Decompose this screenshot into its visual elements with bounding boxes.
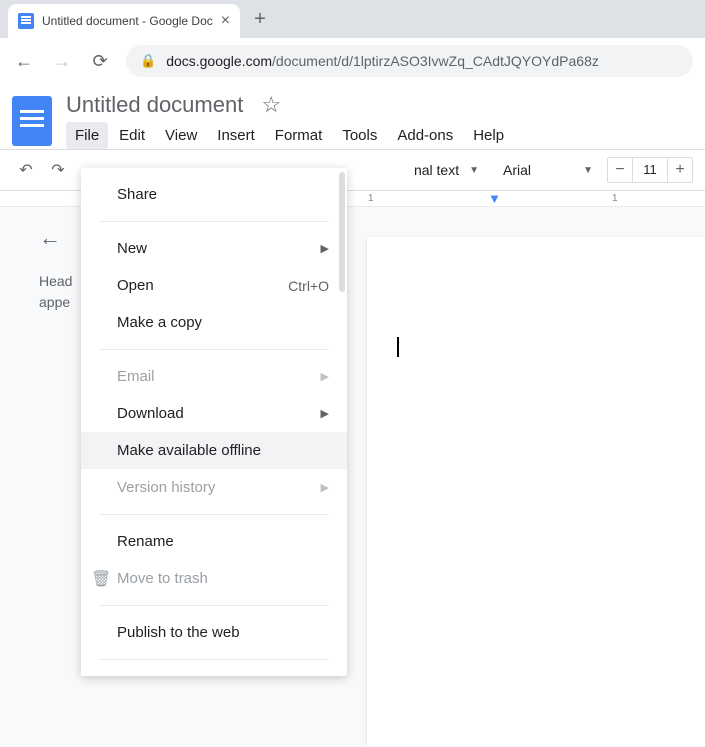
menu-item-label: Move to trash — [117, 570, 208, 587]
font-size-stepper: − 11 + — [607, 157, 693, 183]
ruler-mark: 1 — [368, 193, 374, 204]
menu-item-label: Share — [117, 186, 157, 203]
menu-item-open[interactable]: Open Ctrl+O — [81, 267, 347, 304]
menu-divider — [99, 514, 329, 515]
menu-divider — [99, 221, 329, 222]
document-page[interactable] — [367, 237, 705, 747]
menu-item-label: New — [117, 240, 147, 257]
menu-item-make-available-offline[interactable]: Make available offline — [81, 432, 347, 469]
menu-add-ons[interactable]: Add-ons — [388, 122, 462, 149]
decrease-font-button[interactable]: − — [608, 158, 632, 182]
menu-view[interactable]: View — [156, 122, 206, 149]
menu-item-label: Version history — [117, 479, 215, 496]
address-bar[interactable]: 🔒 docs.google.com/document/d/1lptirzASO3… — [126, 45, 693, 77]
font-family-label: Arial — [503, 162, 531, 178]
close-tab-icon[interactable]: × — [221, 12, 230, 30]
menu-item-label: Email — [117, 368, 155, 385]
menu-divider — [99, 349, 329, 350]
undo-button[interactable]: ↶ — [12, 156, 40, 184]
menu-item-label: Rename — [117, 533, 174, 550]
menu-item-make-a-copy[interactable]: Make a copy — [81, 304, 347, 341]
browser-toolbar: ← → ⟳ 🔒 docs.google.com/document/d/1lpti… — [0, 38, 705, 84]
menu-item-new[interactable]: New ▶ — [81, 230, 347, 267]
submenu-arrow-icon: ▶ — [321, 242, 329, 255]
tab-title: Untitled document - Google Doc — [42, 14, 213, 28]
menu-edit[interactable]: Edit — [110, 122, 154, 149]
menu-shortcut: Ctrl+O — [288, 278, 329, 294]
star-icon[interactable]: ☆ — [261, 92, 281, 118]
text-cursor — [397, 337, 399, 357]
menu-item-label: Make a copy — [117, 314, 202, 331]
submenu-arrow-icon: ▶ — [321, 370, 329, 383]
submenu-arrow-icon: ▶ — [321, 407, 329, 420]
menu-help[interactable]: Help — [464, 122, 513, 149]
menu-item-rename[interactable]: Rename — [81, 523, 347, 560]
menu-insert[interactable]: Insert — [208, 122, 264, 149]
new-tab-button[interactable]: + — [254, 8, 266, 31]
docs-logo-icon[interactable] — [12, 96, 52, 146]
menu-item-version-history: Version history ▶ — [81, 469, 347, 506]
font-size-value[interactable]: 11 — [632, 158, 668, 182]
paragraph-style-label: nal text — [414, 162, 459, 178]
font-family-dropdown[interactable]: Arial ▼ — [493, 156, 603, 184]
menu-item-label: Open — [117, 277, 154, 294]
menu-format[interactable]: Format — [266, 122, 332, 149]
menu-divider — [99, 659, 329, 660]
url-text: docs.google.com/document/d/1lptirzASO3Iv… — [166, 53, 599, 69]
menu-divider — [99, 605, 329, 606]
menu-item-download[interactable]: Download ▶ — [81, 395, 347, 432]
menu-item-label: Make available offline — [117, 442, 261, 459]
menu-item-share[interactable]: Share — [81, 176, 347, 213]
lock-icon: 🔒 — [140, 53, 156, 69]
menubar: FileEditViewInsertFormatToolsAdd-onsHelp — [66, 122, 513, 149]
increase-font-button[interactable]: + — [668, 158, 692, 182]
menu-tools[interactable]: Tools — [333, 122, 386, 149]
reload-button[interactable]: ⟳ — [88, 51, 112, 72]
outline-back-button[interactable]: ← — [39, 225, 61, 251]
ruler-mark: 1 — [612, 193, 618, 204]
menu-file[interactable]: File — [66, 122, 108, 149]
submenu-arrow-icon: ▶ — [321, 481, 329, 494]
chevron-down-icon: ▼ — [469, 165, 479, 176]
file-menu-dropdown: ShareNew▶OpenCtrl+OMake a copyEmail▶Down… — [81, 168, 347, 676]
browser-tab[interactable]: Untitled document - Google Doc × — [8, 4, 240, 38]
menu-item-publish-to-the-web[interactable]: Publish to the web — [81, 614, 347, 651]
docs-favicon-icon — [18, 13, 34, 29]
trash-icon: 🗑 — [91, 569, 111, 589]
indent-marker-icon[interactable]: ▼ — [488, 191, 501, 206]
paragraph-style-dropdown[interactable]: nal text ▼ — [404, 156, 489, 184]
menu-item-label: Download — [117, 405, 184, 422]
document-title[interactable]: Untitled document — [66, 92, 243, 118]
chevron-down-icon: ▼ — [583, 165, 593, 176]
back-button[interactable]: ← — [12, 51, 36, 72]
menu-item-email: Email ▶ — [81, 358, 347, 395]
browser-tab-bar: Untitled document - Google Doc × + — [0, 0, 705, 38]
menu-item-move-to-trash: 🗑 Move to trash — [81, 560, 347, 597]
forward-button: → — [50, 51, 74, 72]
redo-button[interactable]: ↷ — [44, 156, 72, 184]
menu-item-label: Publish to the web — [117, 624, 240, 641]
